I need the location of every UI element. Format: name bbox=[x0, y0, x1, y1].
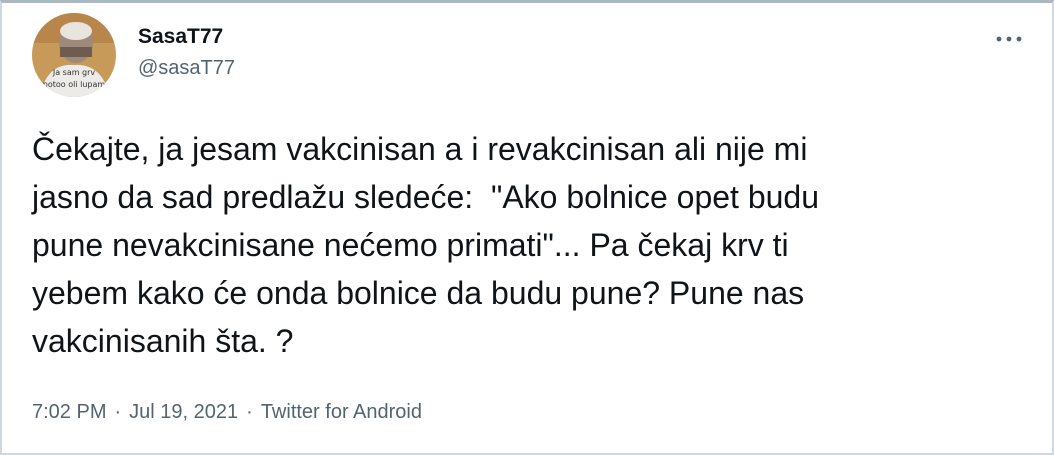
meta-separator: · bbox=[246, 401, 253, 423]
display-name[interactable]: SasaT77 bbox=[138, 23, 235, 51]
tweet-text: Čekajte, ja jesam vakcinisan a i revakci… bbox=[32, 125, 1032, 365]
tweet-text-line: Čekajte, ja jesam vakcinisan a i revakci… bbox=[32, 131, 808, 167]
user-handle[interactable]: @sasaT77 bbox=[138, 53, 235, 83]
tweet-header: Ja sam grv potoo oli lupam SasaT77 @sasa… bbox=[32, 13, 235, 97]
more-horizontal-icon[interactable] bbox=[996, 29, 1022, 43]
avatar-caption-line2: potoo oli lupam bbox=[43, 80, 106, 89]
tweet-meta: 7:02 PM · Jul 19, 2021 · Twitter for And… bbox=[32, 401, 422, 424]
tweet-time[interactable]: 7:02 PM bbox=[32, 401, 106, 424]
author-names: SasaT77 @sasaT77 bbox=[138, 23, 235, 83]
tweet-card: Ja sam grv potoo oli lupam SasaT77 @sasa… bbox=[0, 0, 1054, 455]
tweet-text-line: yebem kako će onda bolnice da budu pune?… bbox=[32, 275, 805, 311]
tweet-source[interactable]: Twitter for Android bbox=[261, 401, 422, 424]
avatar-caption-line1: Ja sam grv bbox=[52, 68, 96, 77]
tweet-text-line: vakcinisanih šta. ? bbox=[32, 323, 294, 359]
avatar-image: Ja sam grv potoo oli lupam bbox=[32, 13, 116, 97]
tweet-date[interactable]: Jul 19, 2021 bbox=[129, 401, 238, 424]
avatar[interactable]: Ja sam grv potoo oli lupam bbox=[32, 13, 116, 97]
tweet-text-line: pune nevakcinisane nećemo primati"... Pa… bbox=[32, 227, 789, 263]
meta-separator: · bbox=[114, 401, 122, 423]
tweet-text-line: jasno da sad predlažu sledeće: "Ako boln… bbox=[32, 179, 820, 215]
